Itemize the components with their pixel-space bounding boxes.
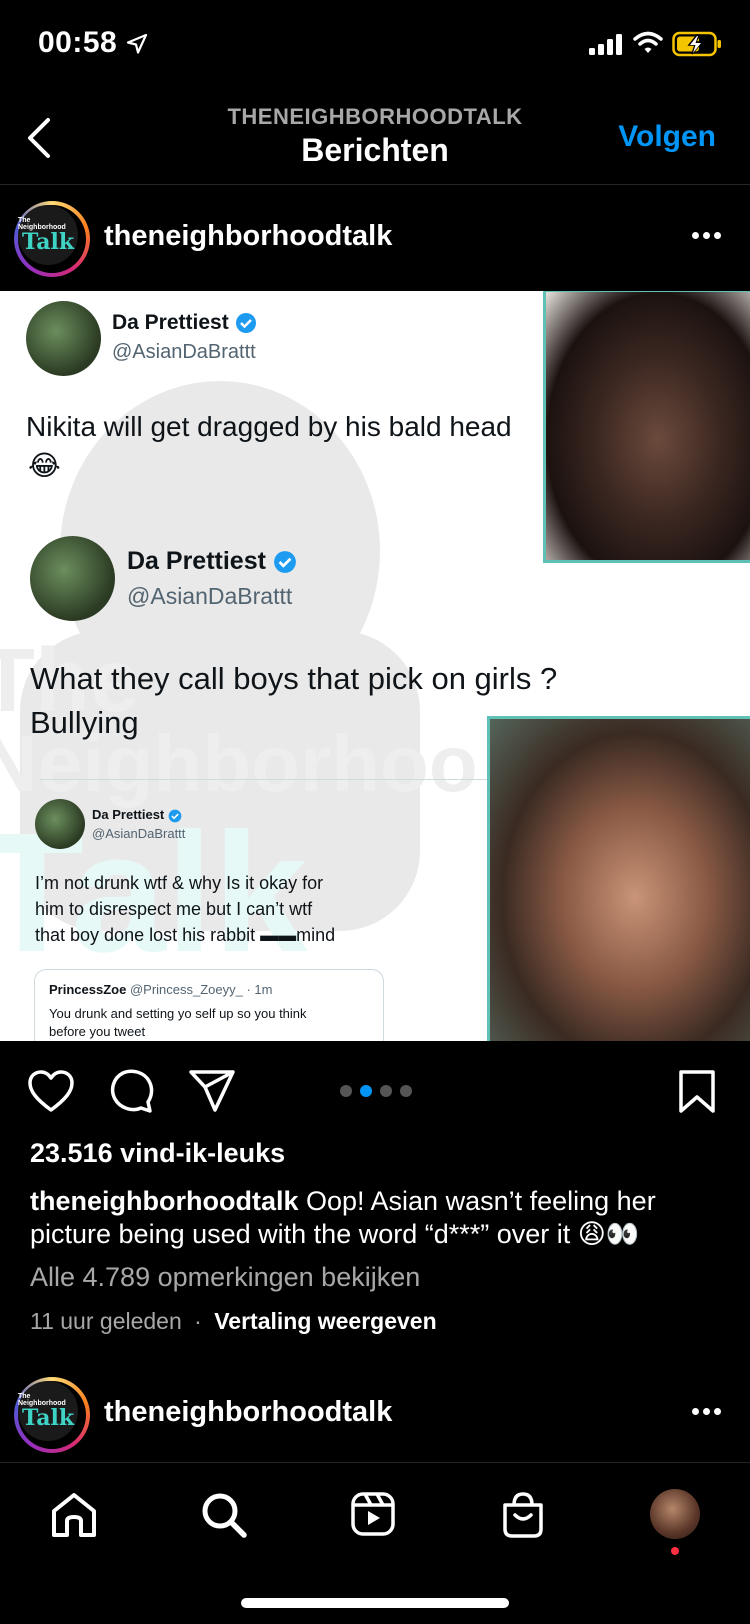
tweet-handle: @AsianDaBrattt xyxy=(92,826,186,841)
post-header: The Neighborhood Talk theneighborhoodtal… xyxy=(0,186,750,291)
caption-username[interactable]: theneighborhoodtalk xyxy=(30,1186,298,1216)
account-logo: The Neighborhood Talk xyxy=(18,205,78,265)
divider xyxy=(40,779,490,780)
account-logo: The Neighborhood Talk xyxy=(18,1381,78,1441)
location-arrow-icon xyxy=(126,33,148,54)
tweet-text-line: him to disrespect me but I can’t wtf xyxy=(35,899,313,919)
view-comments-link[interactable]: Alle 4.789 opmerkingen bekijken xyxy=(30,1262,420,1293)
quoted-text-line: You drunk and setting yo self up so you … xyxy=(49,1006,307,1021)
quoted-text-line: before you tweet xyxy=(49,1024,146,1039)
translate-link[interactable]: Vertaling weergeven xyxy=(214,1308,436,1334)
meta-separator: · xyxy=(194,1308,202,1334)
home-icon[interactable] xyxy=(50,1491,98,1539)
post-username[interactable]: theneighborhoodtalk xyxy=(104,1396,392,1429)
woman-photo-2 xyxy=(487,716,750,1041)
signal-icon xyxy=(589,34,622,55)
wifi-icon xyxy=(633,31,663,53)
comment-bubble-icon[interactable] xyxy=(108,1068,154,1114)
tweet-text-line: I’m not drunk wtf & why Is it okay for xyxy=(35,873,324,893)
shop-icon[interactable] xyxy=(500,1491,546,1539)
quoted-tweet: PrincessZoe @Princess_Zoeyy_ · 1m You dr… xyxy=(34,969,384,1041)
reels-icon[interactable] xyxy=(350,1491,396,1537)
verified-badge-icon xyxy=(235,313,256,334)
verified-badge-icon xyxy=(168,809,182,822)
battery-charging-icon xyxy=(672,31,721,57)
tweet-text-line: Bullying xyxy=(30,705,139,740)
share-send-icon[interactable] xyxy=(188,1069,236,1113)
post-image[interactable]: The Neighborhood Talk Da Prettiest @Asia… xyxy=(0,291,750,1041)
post-caption: theneighborhoodtalk Oop! Asian wasn’t fe… xyxy=(30,1185,730,1251)
tweet-text-line: that boy done lost his rabbit ▬▬mind xyxy=(35,925,336,945)
home-indicator xyxy=(241,1598,509,1608)
like-heart-icon[interactable] xyxy=(27,1069,75,1113)
more-options-icon[interactable] xyxy=(692,1408,722,1416)
tweet-text-line: Nikita will get dragged by his bald head xyxy=(26,411,512,442)
more-options-icon[interactable] xyxy=(692,232,722,240)
tweet-emoji: 😂 xyxy=(28,450,61,481)
status-time: 00:58 xyxy=(38,26,118,59)
post-username[interactable]: theneighborhoodtalk xyxy=(104,220,392,253)
post-meta: 11 uur geleden · Vertaling weergeven xyxy=(30,1308,437,1335)
follow-button[interactable]: Volgen xyxy=(618,120,716,154)
tweet-handle: @AsianDaBrattt xyxy=(112,341,256,363)
bottom-tab-bar xyxy=(0,1462,750,1624)
status-bar: 00:58 xyxy=(0,0,750,90)
save-bookmark-icon[interactable] xyxy=(678,1069,716,1115)
post-actions xyxy=(0,1041,750,1141)
tweet-handle: @AsianDaBrattt xyxy=(127,583,293,609)
tweet-avatar xyxy=(30,536,115,621)
tweet-avatar xyxy=(26,301,101,376)
top-nav-header: THENEIGHBORHOODTALK Berichten Volgen xyxy=(0,90,750,185)
woman-photo-1 xyxy=(543,291,750,563)
next-post-header: The Neighborhood Talk theneighborhoodtal… xyxy=(0,1362,750,1467)
avatar[interactable]: The Neighborhood Talk xyxy=(14,201,90,277)
tweet-author-name: Da Prettiest xyxy=(92,807,182,823)
tweet-author-name: Da Prettiest xyxy=(112,311,257,335)
verified-badge-icon xyxy=(273,551,296,574)
search-icon[interactable] xyxy=(200,1491,248,1539)
quoted-author: PrincessZoe @Princess_Zoeyy_ · 1m xyxy=(49,982,273,997)
post-timestamp: 11 uur geleden xyxy=(30,1308,182,1334)
tweet-avatar xyxy=(35,799,85,849)
notification-dot xyxy=(671,1547,679,1555)
like-count[interactable]: 23.516 vind-ik-leuks xyxy=(30,1138,285,1169)
avatar[interactable]: The Neighborhood Talk xyxy=(14,1377,90,1453)
tweet-text-line: What they call boys that pick on girls ? xyxy=(30,661,558,696)
profile-avatar[interactable] xyxy=(650,1489,700,1539)
tweet-author-name: Da Prettiest xyxy=(127,547,297,576)
